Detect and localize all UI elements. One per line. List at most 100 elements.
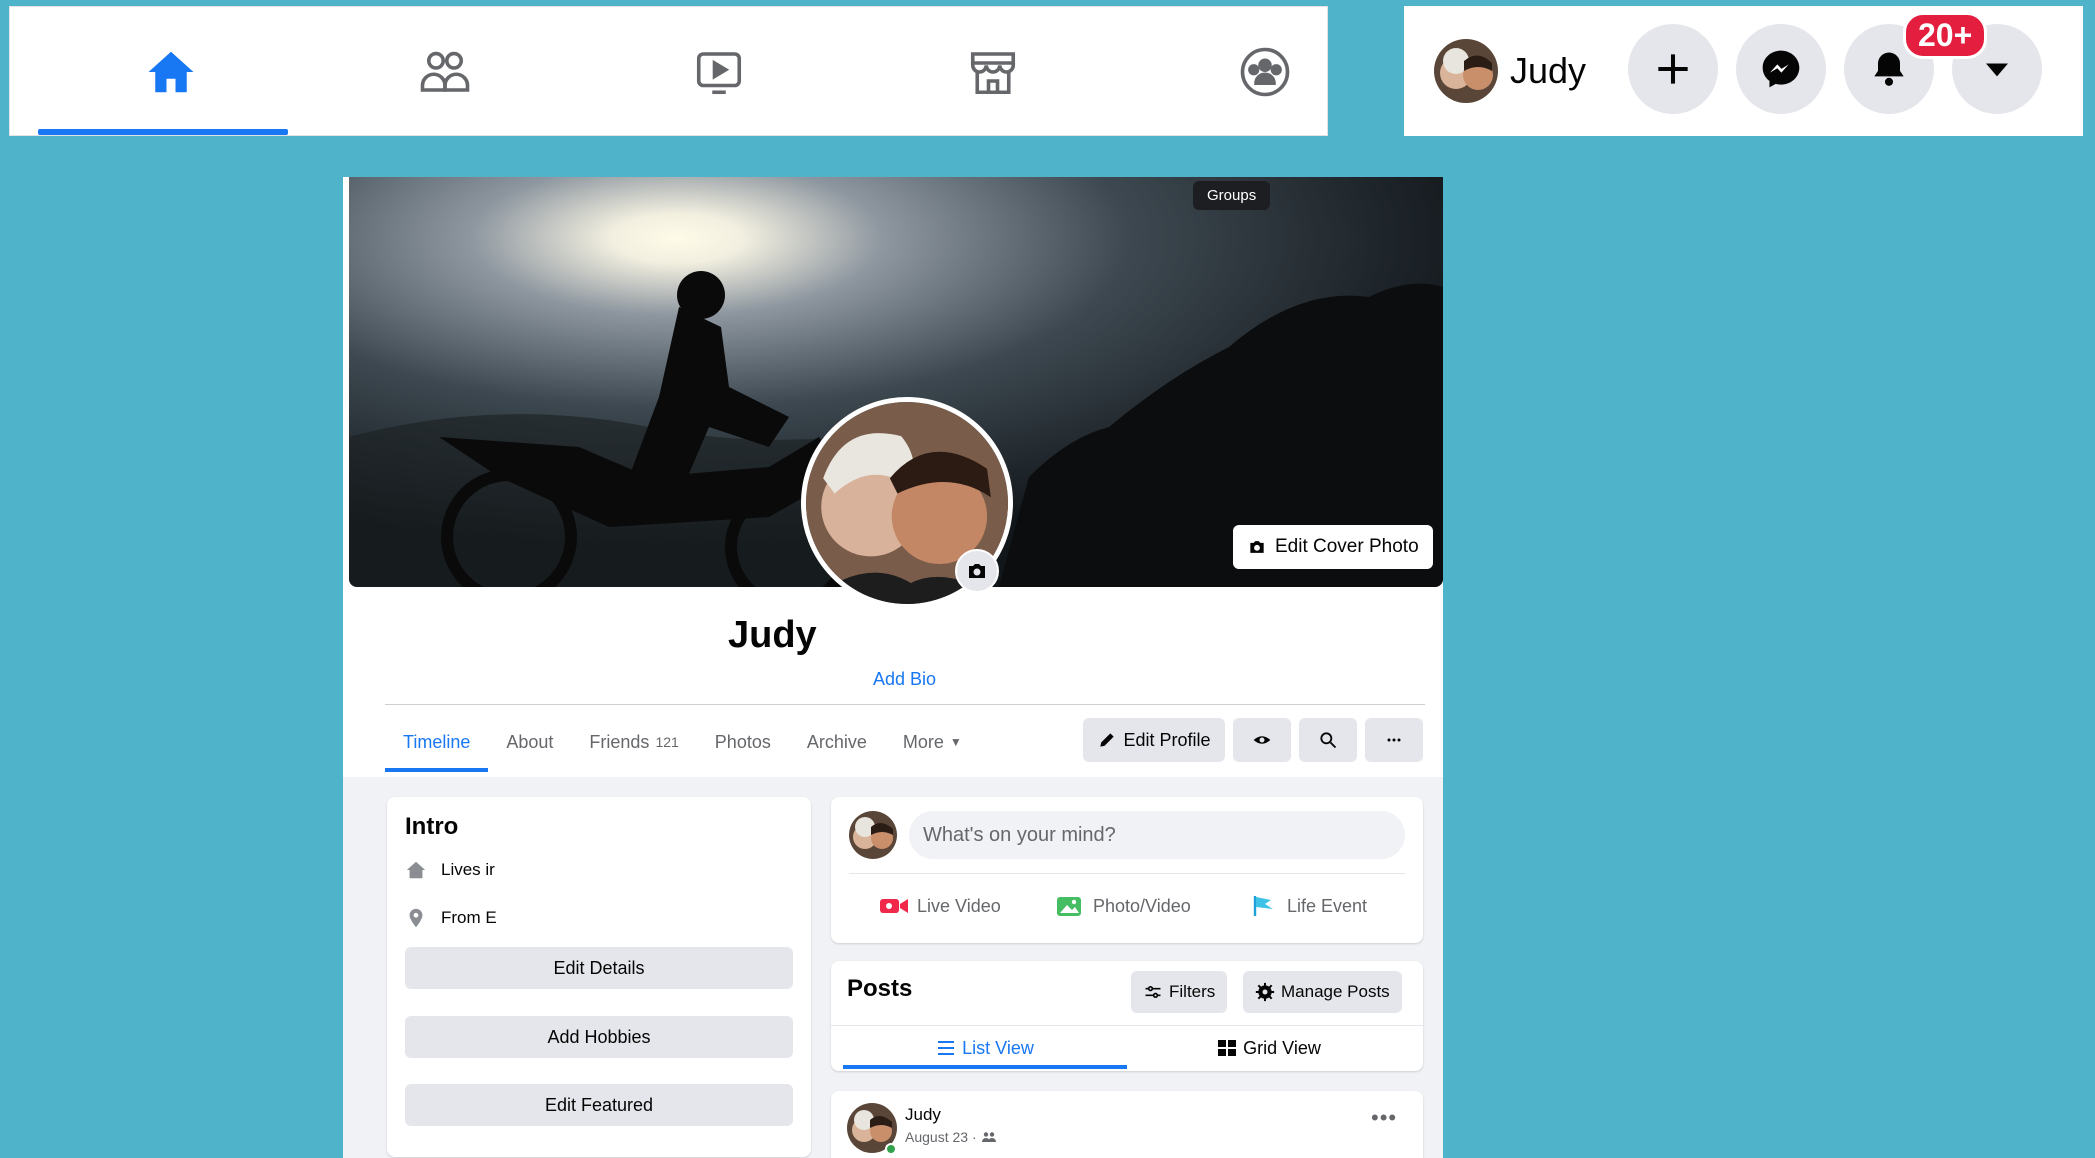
- intro-card: Intro Lives ir From E Edit Details Add H…: [387, 797, 811, 1157]
- grid-view-tab[interactable]: Grid View: [1127, 1027, 1411, 1069]
- avatar: [1434, 39, 1498, 103]
- divider: [831, 1025, 1423, 1026]
- photo-icon: [1057, 897, 1081, 916]
- list-icon: [938, 1041, 955, 1055]
- profile-tabs: Timeline About Friends 121 Photos Archive…: [385, 712, 980, 772]
- profile-header: Groups Edit Cover Photo Judy Add Bio Tim…: [343, 177, 1443, 777]
- messenger-icon: [1762, 50, 1800, 88]
- live-video-label: Live Video: [917, 895, 1001, 916]
- filters-label: Filters: [1169, 982, 1216, 1001]
- bell-icon: [1874, 52, 1904, 86]
- lives-in-text: Lives ir: [441, 860, 495, 879]
- tab-about[interactable]: About: [488, 712, 571, 772]
- whats-on-your-mind-input[interactable]: What's on your mind?: [909, 811, 1405, 859]
- search-icon: [1320, 732, 1337, 749]
- grid-icon: [1218, 1040, 1237, 1056]
- edit-cover-label: Edit Cover Photo: [1275, 536, 1419, 557]
- edit-profile-label: Edit Profile: [1123, 729, 1211, 750]
- filters-button[interactable]: Filters: [1131, 971, 1228, 1013]
- manage-posts-label: Manage Posts: [1281, 982, 1390, 1001]
- notification-badge: 20+: [1903, 12, 1988, 59]
- nav-marketplace[interactable]: [868, 7, 1118, 137]
- gear-icon: [1255, 982, 1275, 1002]
- divider: [849, 873, 1405, 874]
- tab-about-label: About: [506, 731, 554, 752]
- create-button[interactable]: [1628, 24, 1718, 114]
- photo-video-button[interactable]: Photo/Video: [1055, 881, 1191, 931]
- photo-video-label: Photo/Video: [1093, 895, 1191, 916]
- messenger-button[interactable]: [1736, 24, 1826, 114]
- nav-home[interactable]: [46, 7, 296, 137]
- posts-title: Posts: [847, 975, 913, 1002]
- update-profile-picture-button[interactable]: [955, 549, 999, 593]
- house-icon: [406, 861, 426, 879]
- profile-page: Groups Edit Cover Photo Judy Add Bio Tim…: [343, 177, 1443, 1158]
- profile-shortcut[interactable]: Judy: [1434, 36, 1586, 106]
- intro-lives-in: Lives ir: [405, 855, 495, 885]
- life-event-label: Life Event: [1287, 895, 1368, 916]
- list-view-tab[interactable]: List View: [843, 1027, 1127, 1069]
- marketplace-icon: [970, 52, 1016, 95]
- tab-archive-label: Archive: [806, 731, 867, 752]
- more-options-button[interactable]: [1365, 718, 1423, 762]
- friends-audience-icon: [981, 1132, 996, 1142]
- life-event-button[interactable]: Life Event: [1249, 881, 1367, 931]
- avatar: [849, 811, 897, 859]
- nav-groups[interactable]: [1140, 7, 1390, 137]
- edit-details-button[interactable]: Edit Details: [405, 947, 793, 989]
- edit-profile-button[interactable]: Edit Profile: [1083, 718, 1225, 762]
- divider: [385, 704, 1425, 705]
- online-status-dot: [885, 1143, 897, 1155]
- groups-tooltip: Groups: [1193, 181, 1271, 210]
- camera-icon: [1250, 541, 1264, 553]
- caret-down-icon: ▼: [949, 735, 962, 749]
- post-composer: What's on your mind? Live Video Photo/Vi…: [831, 797, 1423, 943]
- post-item: Judy August 23 · •••: [831, 1091, 1423, 1158]
- watch-icon: [696, 52, 742, 95]
- tab-photos-label: Photos: [714, 731, 771, 752]
- camera-icon: [969, 564, 985, 578]
- ellipsis-icon: [1387, 738, 1401, 742]
- active-view-indicator: [843, 1065, 1127, 1069]
- location-pin-icon: [409, 908, 423, 928]
- from-text: From E: [441, 908, 497, 927]
- tab-archive[interactable]: Archive: [789, 712, 885, 772]
- caret-down-icon: [1986, 63, 2008, 77]
- live-video-button[interactable]: Live Video: [879, 881, 1001, 931]
- account-bar: Judy 20+: [1404, 6, 2083, 136]
- tab-photos[interactable]: Photos: [697, 712, 789, 772]
- nav-friends[interactable]: [320, 7, 570, 137]
- grid-view-label: Grid View: [1243, 1037, 1321, 1058]
- post-options-button[interactable]: •••: [1371, 1105, 1397, 1131]
- intro-title: Intro: [405, 813, 459, 840]
- nav-watch[interactable]: [594, 7, 844, 137]
- post-author[interactable]: Judy: [905, 1105, 941, 1125]
- edit-cover-photo-button[interactable]: Edit Cover Photo: [1233, 525, 1433, 569]
- live-video-icon: [880, 899, 908, 913]
- tab-timeline-label: Timeline: [403, 731, 471, 752]
- edit-featured-button[interactable]: Edit Featured: [405, 1084, 793, 1126]
- tab-more[interactable]: More ▼: [885, 712, 980, 772]
- intro-from: From E: [405, 903, 497, 933]
- pencil-icon: [1100, 733, 1115, 747]
- home-icon: [148, 51, 194, 93]
- tab-friends[interactable]: Friends 121: [571, 712, 696, 772]
- view-as-button[interactable]: [1233, 718, 1291, 762]
- tab-timeline[interactable]: Timeline: [385, 712, 489, 772]
- flag-icon: [1253, 896, 1273, 916]
- list-view-label: List View: [962, 1037, 1034, 1058]
- manage-posts-button[interactable]: Manage Posts: [1243, 971, 1402, 1013]
- plus-icon: [1658, 54, 1688, 84]
- user-name: Judy: [1510, 50, 1587, 91]
- add-hobbies-button[interactable]: Add Hobbies: [405, 1016, 793, 1058]
- groups-icon: [1240, 47, 1290, 97]
- post-meta: August 23 ·: [905, 1129, 997, 1145]
- add-bio-link[interactable]: Add Bio: [873, 669, 936, 690]
- posts-card: Posts Filters Manage Posts List View Gri…: [831, 961, 1423, 1071]
- post-date[interactable]: August 23 ·: [905, 1129, 977, 1145]
- tab-friends-label: Friends: [589, 731, 650, 752]
- sliders-icon: [1145, 986, 1161, 999]
- search-profile-button[interactable]: [1299, 718, 1357, 762]
- friends-icon: [420, 51, 470, 92]
- eye-icon: [1253, 736, 1271, 744]
